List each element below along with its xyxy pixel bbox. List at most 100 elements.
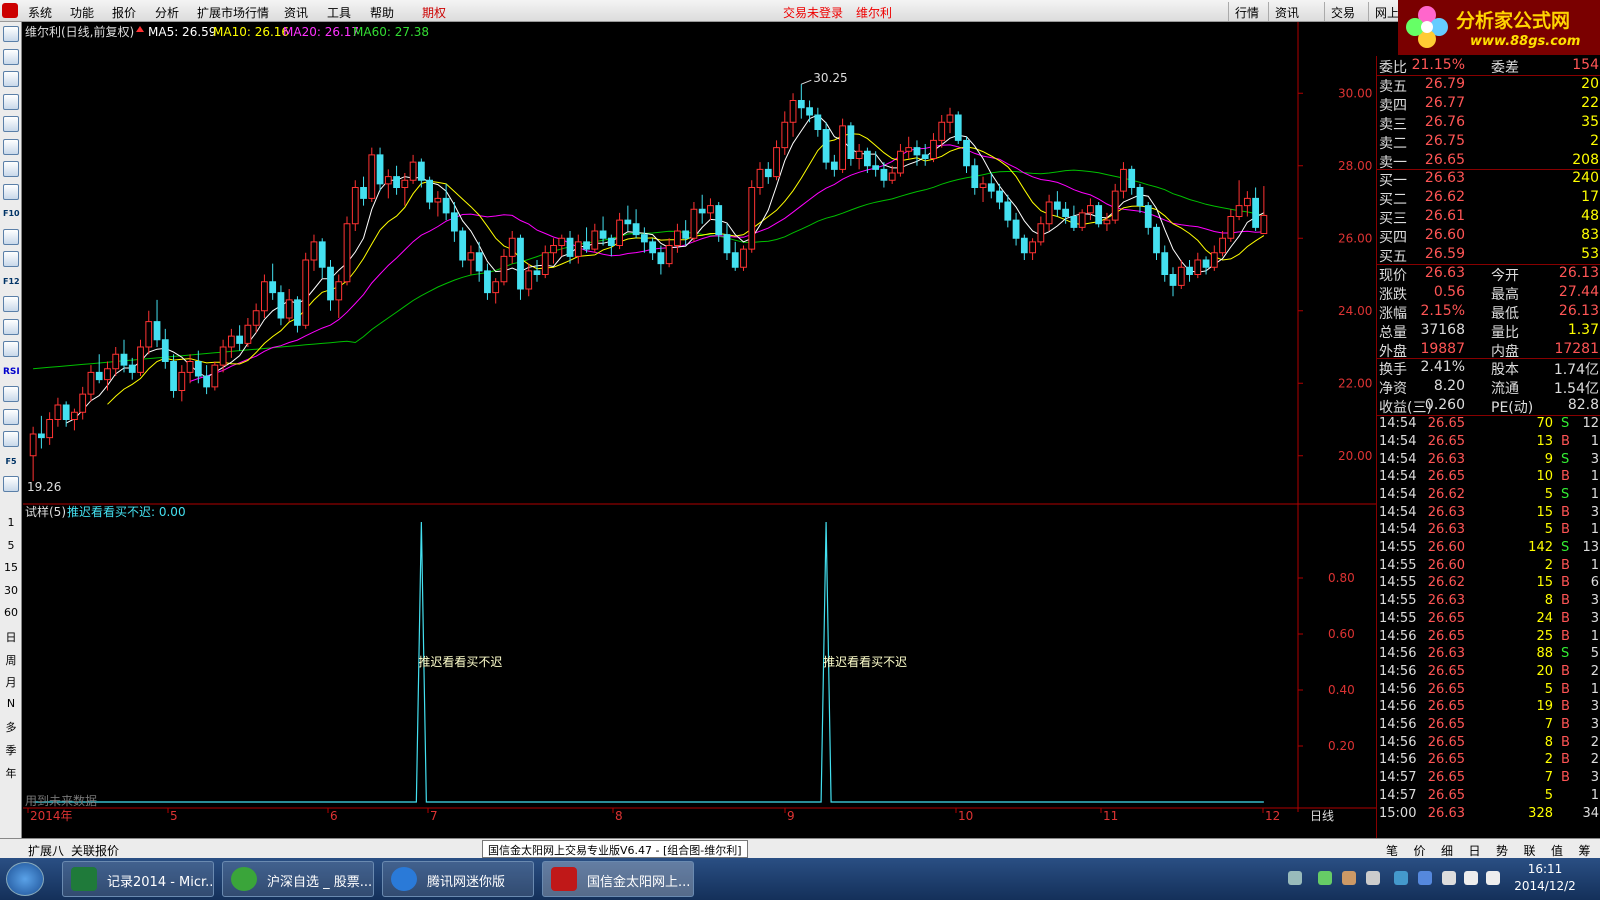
line-chart-icon[interactable] [3, 138, 19, 155]
candle-body[interactable] [343, 223, 351, 283]
candle-body[interactable] [62, 404, 70, 420]
candle-body[interactable] [558, 237, 566, 246]
f12-icon[interactable]: F12 [3, 274, 20, 290]
candle-body[interactable] [335, 281, 343, 301]
tab-extended-8[interactable]: 扩展八 [28, 842, 64, 859]
candle-body[interactable] [71, 411, 78, 420]
candle-body[interactable] [37, 433, 45, 439]
candle-body[interactable] [1095, 205, 1103, 225]
candle-body[interactable] [888, 172, 896, 181]
quote-tab[interactable]: 筹 [1579, 842, 1591, 859]
candle-body[interactable] [649, 241, 657, 254]
candle-body[interactable] [236, 335, 244, 344]
candle-body[interactable] [1194, 259, 1202, 275]
period-button[interactable]: 日 [1, 629, 21, 645]
f10-icon[interactable]: F10 [3, 206, 20, 222]
candle-body[interactable] [376, 154, 384, 185]
candle-body[interactable] [302, 259, 310, 326]
candle-body[interactable] [186, 361, 194, 373]
down-icon[interactable] [3, 71, 19, 87]
menu-extended-market[interactable]: 扩展市场行情 [197, 4, 269, 21]
candle-body[interactable] [294, 299, 301, 326]
brand-banner[interactable]: 分析家公式网 www.88gs.com [1398, 0, 1600, 55]
candle-body[interactable] [583, 241, 590, 250]
candle-body[interactable] [1078, 212, 1086, 228]
candle-body[interactable] [723, 234, 731, 254]
candle-body[interactable] [87, 371, 95, 395]
candle-body[interactable] [459, 230, 467, 261]
candle-body[interactable] [211, 364, 219, 388]
candle-body[interactable] [632, 223, 640, 236]
period-button[interactable]: 周 [1, 652, 21, 668]
candle-body[interactable] [1227, 216, 1235, 239]
menu-quote[interactable]: 报价 [112, 4, 136, 21]
candle-body[interactable] [46, 419, 54, 439]
candle-body[interactable] [665, 245, 673, 265]
candle-body[interactable] [1202, 259, 1210, 268]
security-tray-icon[interactable] [1418, 871, 1432, 885]
period-button[interactable]: 月 [1, 674, 21, 690]
candle-body[interactable] [219, 346, 227, 366]
candle-body[interactable] [566, 237, 574, 257]
candle-body[interactable] [194, 361, 202, 377]
shield-tray-icon[interactable] [1394, 871, 1408, 885]
taskbar-tencent-mini[interactable]: 腾讯网迷你版 [382, 861, 534, 897]
candle-body[interactable] [748, 187, 756, 250]
candle-body[interactable] [261, 281, 268, 312]
candle-icon[interactable] [3, 161, 19, 177]
candle-body[interactable] [1153, 226, 1160, 254]
volume-tray-icon[interactable] [1486, 871, 1500, 885]
candle-body[interactable] [756, 168, 764, 188]
rsi-icon[interactable]: RSI [3, 364, 20, 380]
candle-body[interactable] [781, 121, 789, 149]
menu-tools[interactable]: 工具 [327, 4, 351, 21]
candle-body[interactable] [450, 212, 458, 232]
candle-body[interactable] [764, 168, 772, 178]
signal-tray-icon[interactable] [1464, 871, 1478, 885]
screen-icon[interactable] [3, 476, 19, 492]
news-icon[interactable] [3, 228, 19, 245]
pen-icon[interactable] [3, 431, 19, 447]
candle-body[interactable] [351, 187, 359, 225]
quote-tab[interactable]: 日 [1469, 842, 1481, 859]
candle-body[interactable] [640, 234, 648, 243]
candle-body[interactable] [921, 154, 929, 159]
candle-body[interactable] [1186, 266, 1193, 275]
candle-body[interactable] [1012, 219, 1020, 239]
candle-body[interactable] [996, 190, 1003, 203]
candle-body[interactable] [872, 165, 880, 170]
period-button[interactable]: 1 [1, 516, 21, 529]
user-tray-icon[interactable] [1342, 871, 1356, 885]
quote-tab[interactable]: 细 [1441, 842, 1453, 859]
candle-body[interactable] [1144, 205, 1152, 228]
candle-body[interactable] [442, 197, 450, 214]
period-button[interactable]: 60 [1, 606, 21, 619]
candle-body[interactable] [244, 324, 252, 344]
candle-body[interactable] [269, 281, 277, 294]
f5-icon[interactable]: F5 [3, 454, 19, 470]
candle-body[interactable] [806, 107, 813, 116]
candle-body[interactable] [95, 371, 103, 381]
candle-body[interactable] [393, 176, 400, 188]
kline-chart[interactable]: 30.00 28.00 26.00 24.00 22.00 20.00 30.25 19.26… [23, 22, 1376, 838]
candle-body[interactable] [814, 114, 822, 130]
system-clock[interactable]: 16:11 2014/12/2 [1500, 862, 1590, 893]
candle-body[interactable] [434, 197, 442, 203]
candle-body[interactable] [500, 255, 508, 283]
candle-body[interactable] [401, 179, 409, 188]
candle-body[interactable] [830, 161, 838, 170]
start-button[interactable] [6, 862, 44, 896]
menu-analysis[interactable]: 分析 [155, 4, 179, 21]
candle-body[interactable] [227, 335, 235, 348]
calendar-icon[interactable] [3, 251, 19, 267]
candle-body[interactable] [1136, 187, 1144, 207]
candle-body[interactable] [1177, 266, 1185, 286]
candle-body[interactable] [847, 125, 855, 159]
candle-body[interactable] [1087, 205, 1094, 214]
candle-body[interactable] [1045, 201, 1053, 225]
candle-body[interactable] [426, 179, 434, 203]
tab-market[interactable]: 行情 [1228, 2, 1265, 21]
candle-body[interactable] [789, 100, 797, 123]
candle-body[interactable] [1020, 237, 1028, 254]
candle-body[interactable] [822, 129, 830, 163]
